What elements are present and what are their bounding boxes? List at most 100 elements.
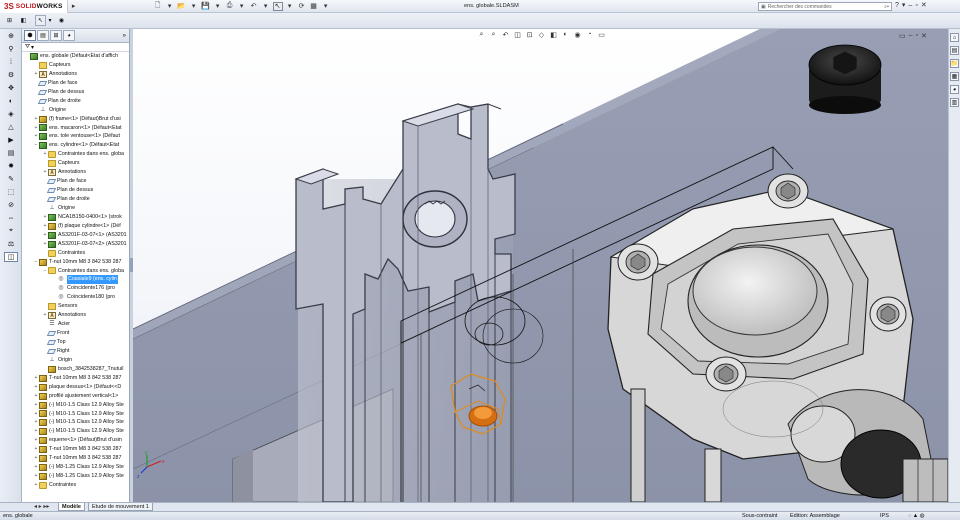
zoom-to-fit-icon[interactable]: ⌕: [477, 31, 486, 39]
tree-toggle-icon[interactable]: ⊞: [4, 15, 15, 26]
tree-item[interactable]: + ens. macaron<1> (Défaut<Etat: [22, 124, 129, 133]
clearance-icon[interactable]: ⇔: [4, 213, 18, 223]
edit-appearance-icon[interactable]: ◉: [573, 31, 582, 39]
new-motion-study-icon[interactable]: ▶: [4, 135, 18, 145]
minimize-icon[interactable]: –: [908, 2, 912, 9]
tree-item[interactable]: ⊥ Origin: [22, 356, 129, 365]
move-component-icon[interactable]: ✥: [4, 83, 18, 93]
expand-panel-icon[interactable]: »: [123, 33, 126, 39]
tree-item[interactable]: + (f) plaque cylindre<1> (Déf: [22, 222, 129, 231]
smart-fasteners-icon[interactable]: ⚙: [4, 70, 18, 80]
open-folder-icon[interactable]: 📂: [177, 2, 187, 11]
tree-item[interactable]: + A Annotations: [22, 168, 129, 177]
tree-item[interactable]: + (-) M8-1.25 Class 12.9 Alloy Ste: [22, 463, 129, 472]
dropdown-icon[interactable]: ▾: [261, 2, 271, 11]
search-icon[interactable]: ⌕▾: [884, 4, 889, 10]
restore-icon[interactable]: ▫: [916, 32, 918, 40]
bill-of-materials-icon[interactable]: ▤: [4, 148, 18, 158]
help-icon[interactable]: ◌ ▲ ◍: [908, 512, 925, 520]
tree-item[interactable]: ⊥ Origine: [22, 106, 129, 115]
apply-scene-icon[interactable]: ◔: [585, 31, 594, 39]
measure-icon[interactable]: ⌖: [4, 226, 18, 236]
split-icon[interactable]: ▭: [899, 32, 906, 40]
section-view-icon[interactable]: ◫: [4, 252, 18, 262]
tree-item[interactable]: + plaque dessus<1> (Défaut<<D: [22, 383, 129, 392]
design-library-icon[interactable]: ▤: [950, 46, 959, 55]
restore-icon[interactable]: ▫: [915, 2, 917, 9]
command-search-input[interactable]: ▣ Rechercher des commandes ⌕▾: [758, 2, 892, 11]
dropdown-icon[interactable]: ▾: [213, 2, 223, 11]
tree-item[interactable]: ☰ Acier: [22, 320, 129, 329]
tree-item[interactable]: Contraintes: [22, 249, 129, 258]
tab-motion-study[interactable]: Etude de mouvement 1: [88, 503, 153, 511]
tree-item[interactable]: − ens. cylindre<1> (Défaut<Etat: [22, 141, 129, 150]
tree-item[interactable]: + equerre<1> (Défaut)Brut d'usin: [22, 436, 129, 445]
status-units[interactable]: IPS: [880, 512, 889, 520]
section-view-icon[interactable]: ◫: [513, 31, 522, 39]
save-icon[interactable]: 💾: [201, 2, 211, 11]
tree-item[interactable]: Plan de face: [22, 177, 129, 186]
tree-item[interactable]: Plan de droite: [22, 97, 129, 106]
graphics-area[interactable]: x y z: [133, 29, 948, 502]
tree-item[interactable]: + Contraintes: [22, 481, 129, 490]
tree-item[interactable]: + AS3201F-03-07<1> (AS3201: [22, 231, 129, 240]
view-orientation-icon[interactable]: ◇: [537, 31, 546, 39]
dropdown-icon[interactable]: ▾: [47, 15, 53, 26]
expand-menu-icon[interactable]: ▸: [69, 2, 79, 11]
instant3d-icon[interactable]: ⬚: [4, 187, 18, 197]
tree-item[interactable]: + AS3201F-03-07<2> (AS3201: [22, 240, 129, 249]
toolbar-toggle-icon[interactable]: ◧: [18, 15, 29, 26]
dropdown-icon[interactable]: ▾: [165, 2, 175, 11]
tree-item[interactable]: ⊥ Origine: [22, 204, 129, 213]
tree-item[interactable]: Right: [22, 347, 129, 356]
appearance-icon[interactable]: ◉: [56, 15, 67, 26]
tree-item[interactable]: Plan de face: [22, 79, 129, 88]
featuremanager-tab-icon[interactable]: ⬢: [24, 30, 36, 41]
tree-item[interactable]: ens. globale (Défaut<Etat d'affich: [22, 52, 129, 61]
dropdown-icon[interactable]: ▾: [189, 2, 199, 11]
aluminum-profile[interactable]: [294, 103, 516, 502]
tree-item[interactable]: + T-nut 10mm M8 3 842 538 287: [22, 445, 129, 454]
previous-view-icon[interactable]: ↶: [501, 31, 510, 39]
tree-item[interactable]: + NCA1B150-0400<1> (strok: [22, 213, 129, 222]
dropdown-icon[interactable]: ▾: [902, 1, 906, 9]
assembly-features-icon[interactable]: ◈: [4, 109, 18, 119]
tree-item[interactable]: + (-) M10-1.5 Class 12.9 Alloy Ste: [22, 401, 129, 410]
propertymanager-tab-icon[interactable]: ▤: [37, 30, 49, 41]
tree-item[interactable]: + (-) M10-1.5 Class 12.9 Alloy Ste: [22, 410, 129, 419]
dynamic-annotation-icon[interactable]: ⊡: [525, 31, 534, 39]
hide-show-icon[interactable]: ◐: [561, 31, 570, 39]
custom-properties-icon[interactable]: ▥: [950, 98, 959, 107]
tree-item[interactable]: + profilé ajustement vertical<1>: [22, 392, 129, 401]
dropdown-icon[interactable]: ▾: [321, 2, 331, 11]
tree-item[interactable]: Front: [22, 329, 129, 338]
tree-item[interactable]: Plan de dessus: [22, 88, 129, 97]
dropdown-icon[interactable]: ▾: [31, 44, 34, 51]
dropdown-icon[interactable]: ▾: [237, 2, 247, 11]
tree-item[interactable]: ◎ Coaxiale9 (ens. cylin: [22, 275, 129, 285]
model-3d-view[interactable]: x y z: [133, 29, 948, 502]
socket-screw[interactable]: [808, 44, 882, 114]
minimize-icon[interactable]: –: [909, 32, 913, 40]
tree-item[interactable]: + (-) M10-1.5 Class 12.9 Alloy Ste: [22, 418, 129, 427]
tree-item[interactable]: Top: [22, 338, 129, 347]
appearances-icon[interactable]: ◕: [950, 85, 959, 94]
dropdown-icon[interactable]: ▾: [285, 2, 295, 11]
tree-item[interactable]: + ens. tole ventouse<1> (Défaut: [22, 132, 129, 141]
tree-item[interactable]: Plan de droite: [22, 195, 129, 204]
tab-model[interactable]: Modèle: [58, 503, 85, 511]
select-tool-icon[interactable]: ↖: [35, 15, 46, 26]
reference-geometry-icon[interactable]: △: [4, 122, 18, 132]
tree-filter-row[interactable]: ⛛ ▾: [22, 43, 129, 52]
interference-icon[interactable]: ⊘: [4, 200, 18, 210]
tree-item[interactable]: − Contraintes dans ens. globa: [22, 267, 129, 276]
linear-pattern-icon[interactable]: ⁞: [4, 57, 18, 67]
exploded-view-icon[interactable]: ✸: [4, 161, 18, 171]
tree-item[interactable]: + (f) frame<1> (Défaut)Brut d'usi: [22, 115, 129, 124]
mass-properties-icon[interactable]: ⚖: [4, 239, 18, 249]
configuration-tab-icon[interactable]: ⊞: [50, 30, 62, 41]
tree-item[interactable]: ◎ Coïncidente180 (pro: [22, 293, 129, 302]
tree-item[interactable]: Capteurs: [22, 159, 129, 168]
tree-item[interactable]: + (-) M8-1.25 Class 12.9 Alloy Ste: [22, 472, 129, 481]
tree-item[interactable]: Plan de dessus: [22, 186, 129, 195]
